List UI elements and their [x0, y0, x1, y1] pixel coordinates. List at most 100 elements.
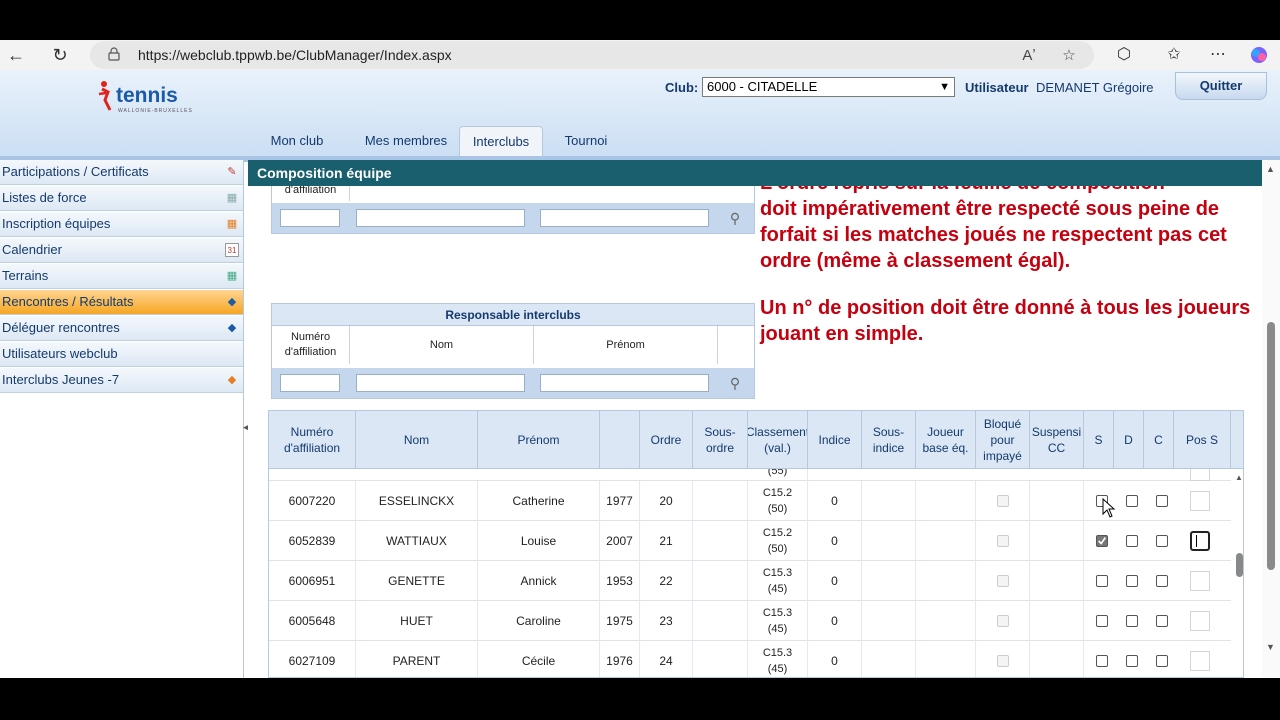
cell-affiliation: 6027109 [269, 641, 356, 677]
d-checkbox[interactable] [1126, 535, 1138, 547]
cell-classement: (55) [748, 469, 808, 481]
cell-prenom: Catherine [478, 481, 600, 521]
classement-points: (50) [767, 503, 788, 515]
search-icon[interactable]: ⚲ [726, 207, 744, 229]
sidebar-item-interclubs-jeunes[interactable]: Interclubs Jeunes -7 ◆ [0, 368, 243, 393]
sidebar-item-rencontres-resultats[interactable]: Rencontres / Résultats ◆ [0, 290, 243, 315]
favorite-star-icon[interactable]: ☆ [1058, 45, 1080, 67]
form-input-row: ⚲ [272, 203, 754, 233]
s-checkbox[interactable] [1096, 575, 1108, 587]
scroll-up-icon[interactable]: ▲ [1266, 164, 1275, 174]
user-name: DEMANET Grégoire [1036, 80, 1154, 95]
col-pos-s: Pos S [1174, 411, 1231, 469]
favorites-icon[interactable]: ✩ [1162, 44, 1186, 66]
club-label: Club: [665, 80, 699, 95]
table-scroll-thumb[interactable] [1236, 553, 1243, 577]
c-checkbox[interactable] [1156, 655, 1168, 667]
col-classement: Classement (val.) [748, 411, 808, 469]
s-checkbox[interactable] [1096, 655, 1108, 667]
refresh-icon[interactable]: ↻ [48, 43, 72, 67]
pos-s-input[interactable] [1190, 571, 1210, 591]
page-scroll-thumb[interactable] [1267, 322, 1275, 570]
club-select[interactable]: 6000 - CITADELLE ▼ [702, 77, 955, 97]
copilot-icon[interactable] [1248, 44, 1270, 66]
prenom-input[interactable] [540, 209, 709, 227]
c-checkbox[interactable] [1156, 615, 1168, 627]
sidebar-item-label: Interclubs Jeunes -7 [2, 372, 120, 387]
sidebar-item-listes-de-force[interactable]: Listes de force ▦ [0, 186, 243, 211]
cell-sous-indice [862, 561, 916, 601]
warning-line-2: Un n° de position doit être donné à tous… [760, 297, 1251, 345]
cell-classement: C15.3 (45) [748, 561, 808, 601]
affiliation-input[interactable] [280, 209, 340, 227]
more-menu-icon[interactable]: ⋯ [1206, 44, 1230, 66]
sidebar-item-label: Utilisateurs webclub [2, 346, 118, 361]
cell-prenom: Caroline [478, 601, 600, 641]
page-scrollbar[interactable]: ▲ ▼ [1262, 160, 1280, 678]
sidebar-item-deleguer-rencontres[interactable]: Déléguer rencontres ◆ [0, 316, 243, 341]
classement-points: (45) [767, 583, 788, 595]
pos-s-input[interactable] [1190, 469, 1210, 481]
classement-points: (50) [767, 543, 788, 555]
cell-suspension [1030, 561, 1084, 601]
back-icon[interactable]: ← [4, 43, 28, 67]
sidebar-item-inscription-equipes[interactable]: Inscription équipes ▦ [0, 212, 243, 237]
sidebar-item-calendrier[interactable]: Calendrier 31 [0, 238, 243, 263]
prenom-input[interactable] [540, 374, 709, 392]
pos-s-input[interactable] [1190, 531, 1210, 551]
sidebar-item-terrains[interactable]: Terrains ▦ [0, 264, 243, 289]
s-checkbox[interactable] [1096, 615, 1108, 627]
d-checkbox[interactable] [1126, 655, 1138, 667]
c-checkbox[interactable] [1156, 535, 1168, 547]
tab-mon-club[interactable]: Mon club [255, 126, 339, 156]
cell-suspension [1030, 481, 1084, 521]
bloque-checkbox [997, 495, 1009, 507]
c-checkbox[interactable] [1156, 575, 1168, 587]
pos-s-input[interactable] [1190, 491, 1210, 511]
sidebar-item-label: Calendrier [2, 242, 62, 257]
tab-mes-membres[interactable]: Mes membres [351, 126, 461, 156]
read-aloud-icon[interactable]: Aʼ [1018, 45, 1040, 67]
cell-sous-indice [862, 481, 916, 521]
tennis-player-icon [98, 81, 112, 111]
cell-affiliation: 6005648 [269, 601, 356, 641]
scroll-up-icon[interactable]: ▲ [1235, 473, 1243, 482]
tab-tournoi[interactable]: Tournoi [547, 126, 625, 156]
table-scrollbar[interactable]: ▲ [1233, 469, 1243, 677]
quit-button[interactable]: Quitter [1175, 72, 1267, 100]
browser-toolbar: ← ↻ https://webclub.tppwb.be/ClubManager… [0, 40, 1280, 70]
cell-classement: C15.2 (50) [748, 521, 808, 561]
logo-subtitle: WALLONIE-BRUXELLES [118, 108, 193, 114]
table-add-icon: ▦ [226, 218, 238, 230]
tab-interclubs[interactable]: Interclubs [459, 126, 543, 156]
sidebar-item-label: Participations / Certificats [2, 164, 149, 179]
extensions-icon[interactable]: ⬡ [1112, 44, 1136, 66]
search-icon[interactable]: ⚲ [726, 372, 744, 394]
cell-sous-ordre [693, 601, 748, 641]
cell-annee: 2007 [600, 521, 640, 561]
s-checkbox[interactable] [1096, 535, 1108, 547]
d-checkbox[interactable] [1126, 575, 1138, 587]
nom-input[interactable] [356, 374, 525, 392]
sidebar-item-participations[interactable]: Participations / Certificats ✎ [0, 160, 243, 185]
pos-s-input[interactable] [1190, 611, 1210, 631]
tennis-logo[interactable]: tennis WALLONIE-BRUXELLES [96, 78, 196, 118]
responsable-title: Responsable interclubs [272, 304, 754, 326]
responsable-col-prenom: Prénom [534, 326, 718, 364]
cell-affiliation: 6006951 [269, 561, 356, 601]
nom-input[interactable] [356, 209, 525, 227]
scroll-down-icon[interactable]: ▼ [1266, 642, 1275, 652]
calendar-icon: 31 [225, 243, 239, 257]
pos-s-input[interactable] [1190, 651, 1210, 671]
sidebar-item-utilisateurs-webclub[interactable]: Utilisateurs webclub [0, 342, 243, 367]
warning-message: L'ordre repris sur la feuille de composi… [760, 186, 1260, 347]
d-checkbox[interactable] [1126, 495, 1138, 507]
handshake-icon: ◆ [227, 374, 237, 386]
c-checkbox[interactable] [1156, 495, 1168, 507]
cell-affiliation: 6052839 [269, 521, 356, 561]
classement-points: (45) [767, 623, 788, 635]
cell-classement: C15.3 (45) [748, 601, 808, 641]
affiliation-input[interactable] [280, 374, 340, 392]
d-checkbox[interactable] [1126, 615, 1138, 627]
address-bar[interactable]: https://webclub.tppwb.be/ClubManager/Ind… [90, 41, 1094, 69]
